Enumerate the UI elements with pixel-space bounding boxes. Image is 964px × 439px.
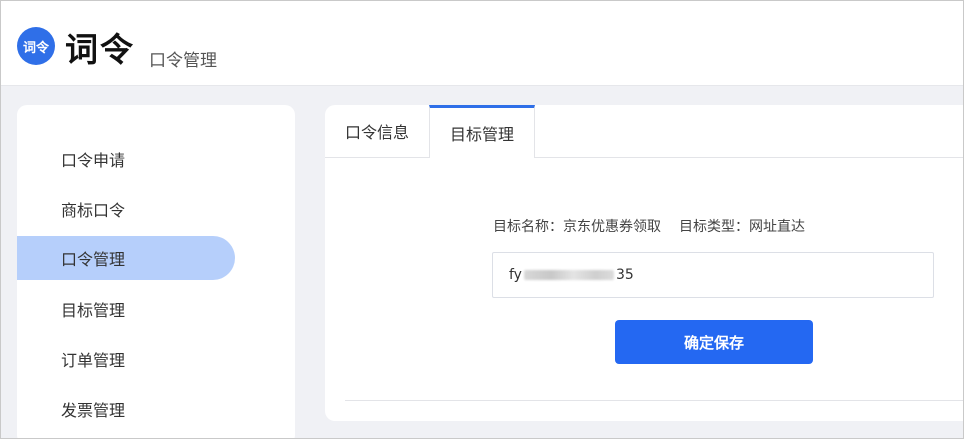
sidebar-item-label: 订单管理 — [61, 351, 126, 370]
sidebar-item-apply[interactable]: 口令申请 — [17, 137, 235, 181]
divider — [345, 400, 963, 401]
target-info: 目标名称：京东优惠券领取 目标类型：网址直达 — [493, 216, 805, 236]
header: 词令 词令 口令管理 — [1, 1, 963, 86]
sidebar-item-label: 口令管理 — [61, 250, 126, 269]
sidebar-item-trademark[interactable]: 商标口令 — [17, 187, 235, 231]
save-button[interactable]: 确定保存 — [615, 320, 813, 364]
target-type-label: 目标类型：网址直达 — [679, 219, 805, 235]
sidebar-item-target-management[interactable]: 目标管理 — [17, 287, 235, 331]
redacted-text — [523, 270, 614, 280]
app-window: 词令 词令 口令管理 口令申请 商标口令 口令管理 目标管理 订单管理 发票管理… — [0, 0, 964, 439]
sidebar-item-label: 发票管理 — [61, 401, 126, 420]
tab-target-management[interactable]: 目标管理 — [429, 105, 535, 158]
sidebar-item-orders[interactable]: 订单管理 — [17, 337, 235, 381]
page-subtitle: 口令管理 — [149, 51, 217, 71]
main-panel: 口令信息 目标管理 目标名称：京东优惠券领取 目标类型：网址直达 fy 35 确定… — [325, 105, 963, 421]
url-prefix: fy — [509, 267, 522, 283]
logo-icon: 词令 — [17, 27, 55, 65]
url-suffix: 35 — [615, 267, 634, 283]
app-name: 词令 — [65, 30, 135, 69]
sidebar: 口令申请 商标口令 口令管理 目标管理 订单管理 发票管理 — [17, 105, 295, 438]
sidebar-item-label: 目标管理 — [61, 301, 126, 320]
tab-command-info[interactable]: 口令信息 — [325, 105, 429, 157]
tab-bar: 口令信息 目标管理 — [325, 105, 963, 158]
target-name-label: 目标名称：京东优惠券领取 — [493, 219, 661, 235]
sidebar-item-label: 商标口令 — [61, 201, 126, 220]
sidebar-item-command-management[interactable]: 口令管理 — [17, 236, 235, 280]
sidebar-item-invoices[interactable]: 发票管理 — [17, 387, 235, 431]
target-url-input[interactable]: fy 35 — [492, 252, 934, 298]
sidebar-item-label: 口令申请 — [61, 151, 126, 170]
